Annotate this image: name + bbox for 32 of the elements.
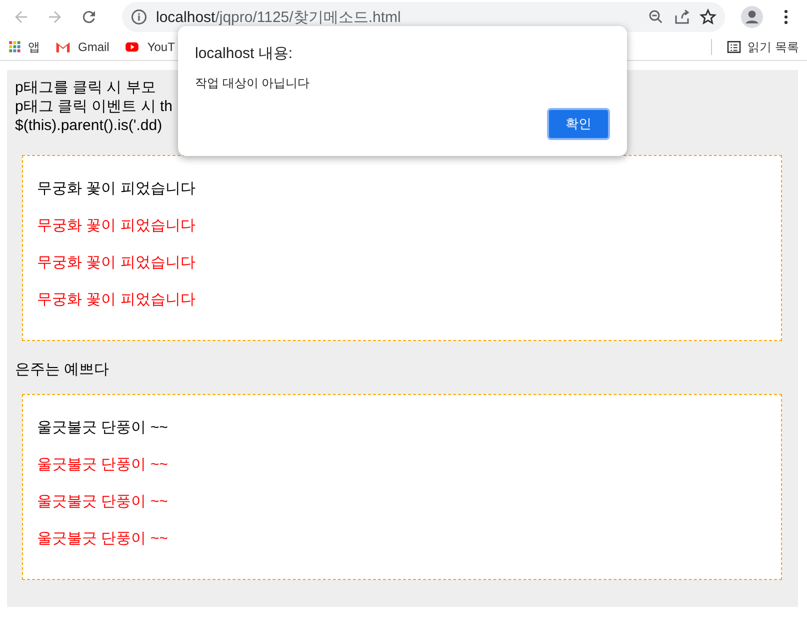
paragraph-text[interactable]: 울긋불긋 단풍이 ~~: [37, 528, 767, 549]
profile-button[interactable]: [740, 5, 764, 29]
paragraph-text[interactable]: 울긋불긋 단풍이 ~~: [37, 491, 767, 512]
reload-icon: [80, 8, 98, 26]
reading-list-button[interactable]: 읽기 목록: [726, 38, 799, 56]
play-icon: [123, 40, 142, 54]
forward-arrow-icon: [46, 8, 64, 26]
dialog-title: localhost 내용:: [195, 44, 294, 63]
share-icon: [673, 8, 691, 26]
ok-button[interactable]: 확인: [547, 108, 610, 140]
intro-text: p태그를 클릭 시 부모: [15, 78, 156, 97]
info-icon: [130, 8, 148, 26]
more-vertical-icon: [784, 10, 788, 24]
paragraph-text[interactable]: 무궁화 꽃이 피었습니다: [37, 178, 767, 199]
paragraph-text[interactable]: 무궁화 꽃이 피었습니다: [37, 289, 767, 310]
intro-text: $(this).parent().is('.dd): [15, 116, 162, 135]
dialog-message: 작업 대상이 아닙니다: [195, 75, 311, 92]
apps-grid-icon: [8, 40, 22, 54]
bookmark-link[interactable]: YouT: [123, 40, 175, 54]
bookmark-link[interactable]: 앱: [8, 38, 40, 56]
paragraph-text[interactable]: 울긋불긋 단풍이 ~~: [37, 417, 767, 438]
paragraph-text[interactable]: 울긋불긋 단풍이 ~~: [37, 454, 767, 475]
intro-text: p태그 클릭 이벤트 시 th: [15, 97, 173, 116]
list-icon: [726, 39, 742, 55]
paragraph-text: 은주는 예쁘다: [15, 360, 110, 380]
star-icon: [699, 8, 717, 26]
bookmark-link[interactable]: Gmail: [54, 39, 110, 55]
url-text: localhost/jqpro/1125/찾기메소드.html: [156, 8, 402, 26]
person-icon: [741, 6, 763, 28]
zoom-out-icon: [647, 8, 665, 26]
paragraph-text[interactable]: 무궁화 꽃이 피었습니다: [37, 215, 767, 236]
paragraph-text[interactable]: 무궁화 꽃이 피었습니다: [37, 252, 767, 273]
